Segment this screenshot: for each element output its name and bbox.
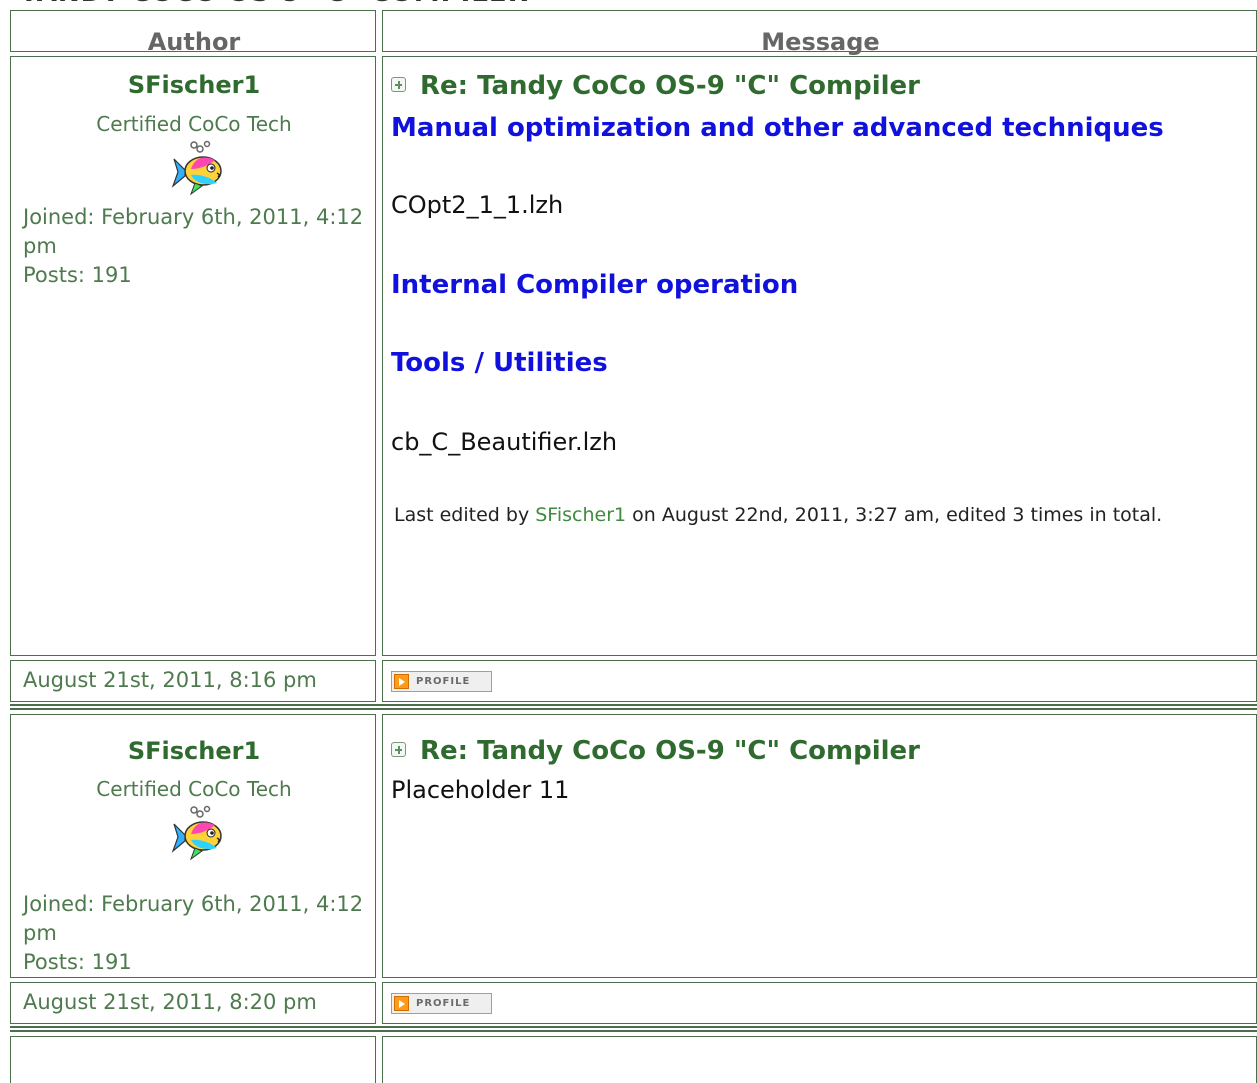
fish-avatar-icon — [171, 805, 222, 861]
profile-button[interactable]: PROFILE — [391, 671, 492, 692]
author-joined: Joined: February 6th, 2011, 4:12 pm — [23, 205, 364, 258]
author-rank: Certified CoCo Tech — [96, 112, 292, 136]
post-title-text: Re: Tandy CoCo OS-9 "C" Compiler — [420, 736, 921, 766]
post-date-panel: August 21st, 2011, 8:20 pm — [10, 982, 376, 1024]
profile-button[interactable]: PROFILE — [391, 993, 492, 1014]
post-date: August 21st, 2011, 8:16 pm — [23, 668, 317, 692]
author-post-count: Posts: 191 — [23, 263, 132, 287]
post-title[interactable]: Re: Tandy CoCo OS-9 "C" Compiler — [391, 736, 920, 766]
profile-arrow-icon — [394, 674, 409, 689]
post-body-text: Placeholder 11 — [391, 776, 570, 804]
post-date-panel: August 21st, 2011, 8:16 pm — [10, 660, 376, 702]
fish-avatar-icon — [171, 140, 222, 196]
edit-suffix: on August 22nd, 2011, 3:27 am, edited 3 … — [626, 504, 1163, 526]
page-title: TANDY COCO OS-9 "C" COMPILER — [20, 0, 529, 8]
author-post-count: Posts: 191 — [23, 950, 132, 974]
post-date: August 21st, 2011, 8:20 pm — [23, 990, 317, 1014]
author-header-label: Author — [147, 28, 241, 56]
forum-thread: TANDY COCO OS-9 "C" COMPILER Author Mess… — [0, 0, 1257, 1083]
post-message-panel — [382, 1036, 1257, 1083]
post-message-panel: Re: Tandy CoCo OS-9 "C" Compiler Placeho… — [382, 714, 1257, 978]
post-separator — [10, 704, 1257, 706]
advanced-techniques-link[interactable]: Manual optimization and other advanced t… — [391, 113, 1164, 143]
author-rank: Certified CoCo Tech — [96, 777, 292, 801]
post-separator — [10, 1026, 1257, 1028]
post-message-panel: Re: Tandy CoCo OS-9 "C" Compiler Manual … — [382, 56, 1257, 656]
edit-prefix: Last edited by — [394, 504, 536, 526]
tools-utilities-link[interactable]: Tools / Utilities — [391, 348, 608, 378]
message-column-header: Message — [382, 10, 1257, 56]
author-name[interactable]: SFischer1 — [11, 737, 377, 765]
post-author-panel: SFischer1 Certified CoCo Tech Joined: Fe… — [10, 56, 376, 656]
post-author-panel — [10, 1036, 376, 1083]
attachment-text: cb_C_Beautifier.lzh — [391, 428, 618, 456]
message-header-label: Message — [761, 28, 880, 56]
attachment-text: COpt2_1_1.lzh — [391, 191, 564, 219]
post-actions-panel: PROFILE — [382, 660, 1257, 702]
profile-button-label: PROFILE — [416, 676, 471, 687]
author-joined: Joined: February 6th, 2011, 4:12 pm — [23, 892, 364, 945]
post-separator — [10, 708, 1257, 710]
internal-operation-link[interactable]: Internal Compiler operation — [391, 270, 798, 300]
author-name[interactable]: SFischer1 — [11, 71, 377, 99]
edit-notice: Last edited by SFischer1 on August 22nd,… — [394, 501, 1204, 529]
post-title[interactable]: Re: Tandy CoCo OS-9 "C" Compiler — [391, 71, 920, 101]
post-icon — [391, 742, 406, 757]
profile-arrow-icon — [394, 996, 409, 1011]
post-icon — [391, 77, 406, 92]
edit-user-link[interactable]: SFischer1 — [535, 504, 626, 526]
post-title-text: Re: Tandy CoCo OS-9 "C" Compiler — [420, 71, 921, 101]
profile-button-label: PROFILE — [416, 998, 471, 1009]
author-column-header: Author — [10, 10, 376, 56]
post-author-panel: SFischer1 Certified CoCo Tech Joined: Fe… — [10, 714, 376, 978]
post-separator — [10, 1030, 1257, 1032]
post-actions-panel: PROFILE — [382, 982, 1257, 1024]
